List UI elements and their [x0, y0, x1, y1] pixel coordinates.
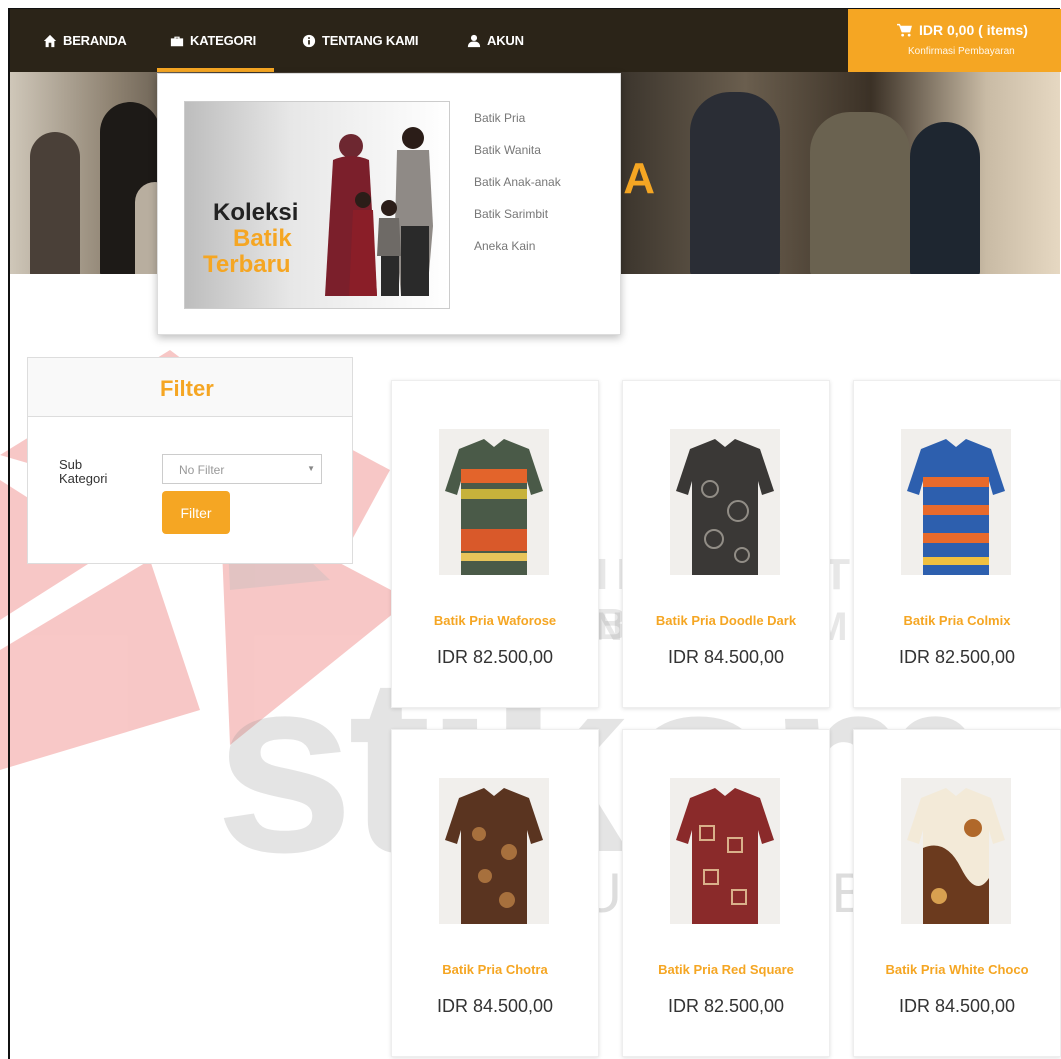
- kategori-link-batik-anak[interactable]: Batik Anak-anak: [474, 175, 561, 207]
- nav-label-kategori: KATEGORI: [190, 33, 257, 48]
- product-name[interactable]: Batik Pria White Choco: [854, 962, 1060, 977]
- product-price: IDR 82.500,00: [436, 647, 554, 667]
- promo-line-1: Koleksi: [213, 199, 299, 226]
- product-card[interactable]: Batik Pria Doodle Dark IDR 84.500,00: [622, 380, 830, 708]
- shirt-image-icon: [670, 778, 780, 924]
- product-card[interactable]: Batik Pria Waforose IDR 82.500,00: [391, 380, 599, 708]
- kategori-dropdown-menu: Koleksi Batik Terbaru Batik Pria Batik W…: [157, 73, 621, 335]
- promo-banner[interactable]: Koleksi Batik Terbaru: [184, 101, 450, 309]
- nav-label-akun: AKUN: [487, 33, 524, 48]
- product-name[interactable]: Batik Pria Colmix: [854, 613, 1060, 628]
- product-price: IDR 82.500,00: [898, 647, 1016, 667]
- product-price: IDR 82.500,00: [667, 996, 785, 1016]
- shirt-image-icon: [439, 429, 549, 575]
- top-navbar: BERANDA KATEGORI TENTANG KAMI AKUN IDR 0…: [10, 9, 1061, 72]
- page-border-left: [8, 8, 10, 1059]
- kategori-link-batik-sarimbit[interactable]: Batik Sarimbit: [474, 207, 561, 239]
- product-price: IDR 84.500,00: [436, 996, 554, 1016]
- filter-button[interactable]: Filter: [162, 491, 230, 534]
- nav-label-beranda: BERANDA: [63, 33, 127, 48]
- kategori-link-list: Batik Pria Batik Wanita Batik Anak-anak …: [474, 111, 561, 271]
- kategori-link-aneka-kain[interactable]: Aneka Kain: [474, 239, 561, 271]
- promo-line-2: Batik: [233, 225, 292, 252]
- promo-line-3: Terbaru: [203, 251, 291, 278]
- product-name[interactable]: Batik Pria Chotra: [392, 962, 598, 977]
- cart-icon: [897, 23, 912, 37]
- kategori-link-batik-pria[interactable]: Batik Pria: [474, 111, 561, 143]
- filter-panel: Filter Sub Kategori No Filter ▼ Filter: [27, 357, 353, 564]
- nav-beranda[interactable]: BERANDA: [43, 9, 127, 72]
- user-icon: [467, 34, 481, 47]
- filter-header: Filter: [28, 358, 352, 417]
- shirt-image-icon: [901, 429, 1011, 575]
- sub-kategori-label: Sub Kategori: [59, 457, 108, 486]
- chevron-down-icon: ▼: [307, 464, 315, 473]
- cart-summary-text: IDR 0,00 ( items): [919, 22, 1028, 38]
- family-photo-icon: [325, 127, 433, 296]
- nav-label-tentang-kami: TENTANG KAMI: [322, 33, 419, 48]
- shirt-image-icon: [901, 778, 1011, 924]
- nav-tentang-kami[interactable]: TENTANG KAMI: [302, 9, 418, 72]
- filter-title: Filter: [160, 376, 214, 401]
- product-name[interactable]: Batik Pria Waforose: [392, 613, 598, 628]
- home-icon: [43, 34, 57, 47]
- info-icon: [302, 34, 316, 47]
- nav-akun[interactable]: AKUN: [467, 9, 524, 72]
- sub-kategori-select[interactable]: No Filter ▼: [162, 454, 322, 484]
- product-card[interactable]: Batik Pria White Choco IDR 84.500,00: [853, 729, 1061, 1057]
- product-price: IDR 84.500,00: [667, 647, 785, 667]
- product-card[interactable]: Batik Pria Colmix IDR 82.500,00: [853, 380, 1061, 708]
- product-name[interactable]: Batik Pria Doodle Dark: [623, 613, 829, 628]
- payment-confirmation-link[interactable]: Konfirmasi Pembayaran: [908, 46, 1015, 57]
- sub-kategori-select-value: No Filter: [179, 463, 225, 477]
- nav-kategori[interactable]: KATEGORI: [170, 9, 256, 72]
- product-name[interactable]: Batik Pria Red Square: [623, 962, 829, 977]
- cart-summary[interactable]: IDR 0,00 ( items): [897, 22, 1028, 38]
- briefcase-icon: [170, 36, 184, 46]
- product-card[interactable]: Batik Pria Chotra IDR 84.500,00: [391, 729, 599, 1057]
- product-card[interactable]: Batik Pria Red Square IDR 82.500,00: [622, 729, 830, 1057]
- shirt-image-icon: [670, 429, 780, 575]
- shirt-image-icon: [439, 778, 549, 924]
- cart-widget[interactable]: IDR 0,00 ( items) Konfirmasi Pembayaran: [848, 9, 1061, 72]
- kategori-link-batik-wanita[interactable]: Batik Wanita: [474, 143, 561, 175]
- product-price: IDR 84.500,00: [898, 996, 1016, 1016]
